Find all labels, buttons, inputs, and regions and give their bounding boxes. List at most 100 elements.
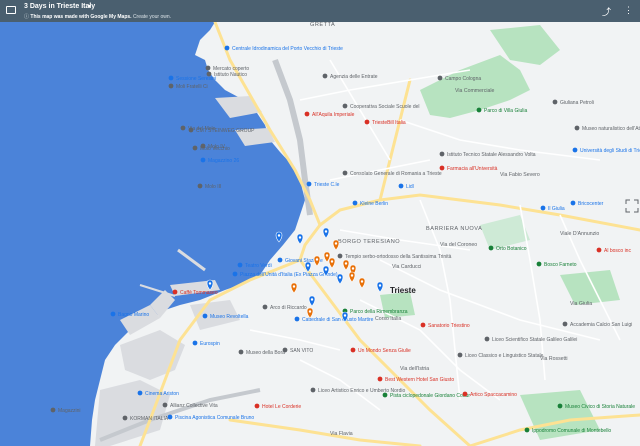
poi-parco-villa-giulia[interactable]: Parco di Villa Giulia xyxy=(476,107,528,114)
poi-sanatorio[interactable]: Sanatorio Triestino xyxy=(420,322,470,329)
poi-artico[interactable]: Artico Spaccacamino xyxy=(462,391,518,398)
poi-dot-icon[interactable] xyxy=(180,125,186,131)
poi-dot-icon[interactable] xyxy=(188,127,194,133)
poi-ss-seresini[interactable]: Sessione Seresini xyxy=(168,75,216,82)
share-icon[interactable]: ⤴ xyxy=(602,5,611,18)
poi-dot-icon[interactable] xyxy=(342,103,348,109)
poi-dot-icon[interactable] xyxy=(570,200,576,206)
poi-dot-icon[interactable] xyxy=(282,347,288,353)
poi-museo-naturalistico[interactable]: Museo naturalistico dell'Ateneo xyxy=(574,125,640,132)
poi-dot-icon[interactable] xyxy=(524,427,530,433)
poi-dot-icon[interactable] xyxy=(382,392,388,398)
poi-museo-revoltella[interactable]: Museo Revoltella xyxy=(202,313,249,320)
poi-dot-icon[interactable] xyxy=(350,347,356,353)
poi-museo-civico[interactable]: Museo Civico di Storia Naturale xyxy=(557,403,636,410)
poi-dot-icon[interactable] xyxy=(205,65,211,71)
poi-dot-icon[interactable] xyxy=(557,403,563,409)
poi-dot-icon[interactable] xyxy=(552,99,558,105)
poi-steinweg[interactable]: CMT STEINWEG GROUP xyxy=(188,127,256,134)
poi-istituto[interactable]: Istituto Tecnico Statale Alessandro Volt… xyxy=(439,151,536,158)
poi-dot-icon[interactable] xyxy=(262,304,268,310)
poi-dot-icon[interactable] xyxy=(439,151,445,157)
poi-dot-icon[interactable] xyxy=(168,83,174,89)
poi-dot-icon[interactable] xyxy=(304,111,310,117)
poi-dot-icon[interactable] xyxy=(110,311,116,317)
poi-dot-icon[interactable] xyxy=(306,181,312,187)
poi-aquila[interactable]: All'Aquila Imperiale xyxy=(304,111,355,118)
poi-hotel[interactable]: Hotel Le Corderie xyxy=(254,403,302,410)
poi-dot-icon[interactable] xyxy=(352,200,358,206)
poi-centrale[interactable]: Centrale Idrodinamica del Porto Vecchio … xyxy=(224,45,344,52)
poi-farmacia[interactable]: Farmacia all'Università xyxy=(439,165,498,172)
poi-piazza-unita[interactable]: Piazza dell'Unità d'Italia (Ex Piazza Gr… xyxy=(232,271,338,278)
poi-dot-icon[interactable] xyxy=(224,45,230,51)
map-title[interactable]: 3 Days in Trieste Italy xyxy=(24,3,95,10)
poi-dot-icon[interactable] xyxy=(437,75,443,81)
poi-dot-icon[interactable] xyxy=(162,402,168,408)
more-vert-icon[interactable]: ⋮ xyxy=(624,5,633,16)
poi-dot-icon[interactable] xyxy=(462,391,468,397)
poi-museo-bora[interactable]: Museo della Bora xyxy=(238,349,286,356)
poi-dot-icon[interactable] xyxy=(122,415,128,421)
poi-dot-icon[interactable] xyxy=(596,247,602,253)
poi-liceo-classico[interactable]: Liceo Classico e Linguistico Statale xyxy=(457,352,544,359)
poi-best-western[interactable]: Best Western Hotel San Giusto xyxy=(377,376,455,383)
poi-dot-icon[interactable] xyxy=(342,170,348,176)
poi-dot-icon[interactable] xyxy=(574,125,580,131)
poi-ippodromo[interactable]: Ippodromo Comunale di Montebello xyxy=(524,427,612,434)
poi-dot-icon[interactable] xyxy=(337,253,343,259)
poi-dot-icon[interactable] xyxy=(484,336,490,342)
poi-dot-icon[interactable] xyxy=(364,119,370,125)
poi-dot-icon[interactable] xyxy=(197,183,203,189)
poi-dot-icon[interactable] xyxy=(536,261,542,267)
poi-dot-icon[interactable] xyxy=(50,407,56,413)
poi-liceo-scientifico[interactable]: Liceo Scientifico Statale Galileo Galile… xyxy=(484,336,578,343)
poi-dot-icon[interactable] xyxy=(168,75,174,81)
poi-dot-icon[interactable] xyxy=(202,313,208,319)
poi-dot-icon[interactable] xyxy=(572,147,578,153)
create-link[interactable]: Create your own. xyxy=(133,14,171,20)
poi-universita[interactable]: Università degli Studi di Trieste xyxy=(572,147,640,154)
poi-consolato[interactable]: Consolato Generale di Romania a Trieste xyxy=(342,170,442,177)
poi-dot-icon[interactable] xyxy=(137,390,143,396)
poi-dot-icon[interactable] xyxy=(277,257,283,263)
poi-agenzia[interactable]: Agenzia delle Entrate xyxy=(322,73,378,80)
poi-dot-icon[interactable] xyxy=(420,322,426,328)
poi-dot-icon[interactable] xyxy=(172,289,178,295)
poi-dot-icon[interactable] xyxy=(488,245,494,251)
poi-dot-icon[interactable] xyxy=(238,349,244,355)
poi-dot-icon[interactable] xyxy=(322,73,328,79)
poi-dot-icon[interactable] xyxy=(254,403,260,409)
poi-accademia[interactable]: Accademia Calcio San Luigi xyxy=(562,321,633,328)
poi-cooperativa[interactable]: Cooperativa Sociale Scuole del xyxy=(342,103,420,110)
poi-dot-icon[interactable] xyxy=(377,376,383,382)
map-canvas[interactable]: Trieste BARRIERA NUOVA BORGO TERESIANO G… xyxy=(0,0,640,446)
poi-dot-icon[interactable] xyxy=(439,165,445,171)
poi-dot-icon[interactable] xyxy=(398,183,404,189)
poi-arco[interactable]: Arco di Riccardo xyxy=(262,304,307,311)
poi-mondo[interactable]: Un Mondo Senza Giulie xyxy=(350,347,411,354)
poi-dot-icon[interactable] xyxy=(200,157,206,163)
poi-ciclopedonale[interactable]: Pista ciclopedonale Giordano Cottur xyxy=(382,392,471,399)
poi-kormann[interactable]: KORMAN ITALIA xyxy=(122,415,169,422)
poi-caffe[interactable]: Caffè Tommaseo xyxy=(172,289,218,296)
poi-dot-icon[interactable] xyxy=(310,387,316,393)
poi-cattedrale[interactable]: Cattedrale di San Giusto Martire xyxy=(294,316,374,323)
poi-dot-icon[interactable] xyxy=(476,107,482,113)
poi-campo-cologna[interactable]: Campo Cologna xyxy=(437,75,482,82)
poi-dot-icon[interactable] xyxy=(237,262,243,268)
poi-mercato[interactable]: Mercato coperto xyxy=(205,65,250,72)
poi-dot-icon[interactable] xyxy=(294,316,300,322)
poi-dot-icon[interactable] xyxy=(192,145,198,151)
poi-tempio[interactable]: Tempio serbo-ortodosso della Santissima … xyxy=(337,253,452,260)
poi-dot-icon[interactable] xyxy=(192,340,198,346)
poi-dot-icon[interactable] xyxy=(562,321,568,327)
chevron-down-icon[interactable]: ▾ xyxy=(88,3,91,10)
poi-dot-icon[interactable] xyxy=(232,271,238,277)
layers-menu-icon[interactable] xyxy=(6,6,16,14)
poi-dot-icon[interactable] xyxy=(540,205,546,211)
poi-piscina[interactable]: Piscina Agonistica Comunale Bruno xyxy=(167,414,255,421)
poi-allianz[interactable]: Allianz Collective Vita xyxy=(162,402,218,409)
poi-dot-icon[interactable] xyxy=(457,352,463,358)
poi-parco-rimembranza[interactable]: Parco della Rimembranza xyxy=(342,308,408,315)
